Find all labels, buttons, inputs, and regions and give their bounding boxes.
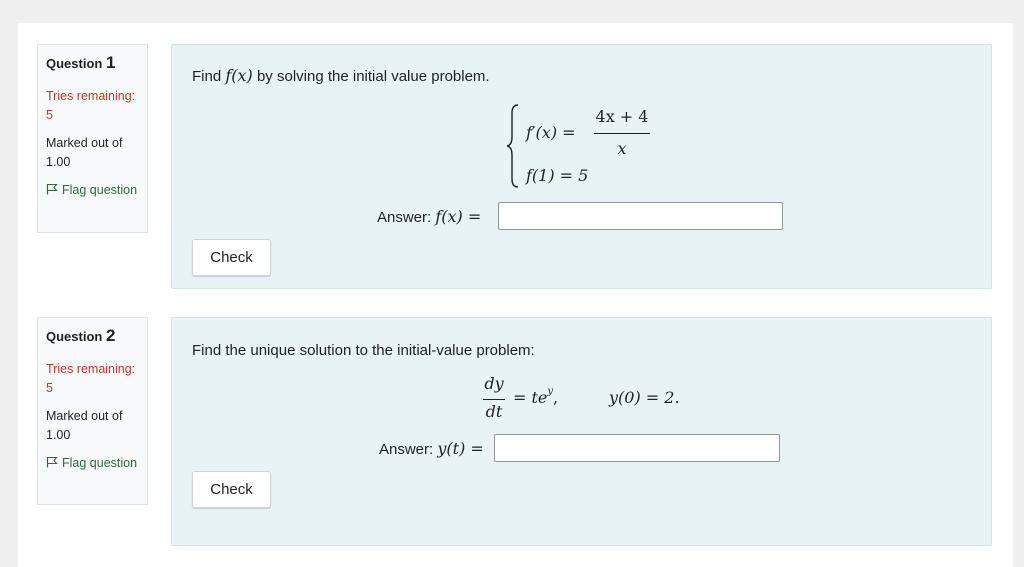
question-2-content: Find the unique solution to the initial-… [171,317,992,546]
question-2-flag-link[interactable]: Flag question [46,454,139,473]
question-1-info: Question 1 Tries remaining: 5 Marked out… [37,44,148,233]
quiz-page: Question 1 Tries remaining: 5 Marked out… [18,23,1013,567]
equation-1-numerator: 4x + 4 [595,107,649,126]
question-2-number: Question 2 [46,326,116,345]
question-1-answer-input[interactable] [498,202,783,230]
question-1-answer-label: Answer: f(x) = [377,207,482,226]
question-2-flag-label: Flag question [62,456,138,470]
question-2-prompt: Find the unique solution to the initial-… [192,342,535,359]
equation-1-lhs: f′(x) = [526,123,576,142]
left-brace [506,104,519,188]
question-1-flag-link[interactable]: Flag question [46,181,139,200]
question-1-check-button[interactable]: Check [192,239,271,276]
equation-2: f(1) = 5 [526,166,589,185]
question-2-check-button[interactable]: Check [192,471,271,508]
question-1-flag-label: Flag question [62,183,138,197]
question-1-prompt: Find f(x) by solving the initial value p… [192,66,490,85]
equation-denominator: dt [485,402,503,421]
question-1-tries: Tries remaining: 5 [46,89,136,122]
question-1-number: Question 1 [46,53,116,72]
question-2-tries: Tries remaining: 5 [46,362,136,395]
fraction-bar [483,399,505,400]
question-2-answer-input[interactable] [494,434,780,462]
equation-rhs: = tey, [513,385,559,407]
question-2-marked: Marked out of 1.00 [46,409,123,442]
initial-condition: y(0) = 2. [609,388,680,407]
equation-numerator: dy [484,374,504,393]
question-2-info: Question 2 Tries remaining: 5 Marked out… [37,317,148,505]
question-1-content: Find f(x) by solving the initial value p… [171,44,992,289]
equation-1-denominator: x [617,139,627,158]
fraction-bar [594,133,650,134]
flag-icon [46,183,58,195]
flag-icon [46,456,58,468]
question-2-answer-label: Answer: y(t) = [379,439,484,458]
question-1-marked: Marked out of 1.00 [46,136,123,169]
